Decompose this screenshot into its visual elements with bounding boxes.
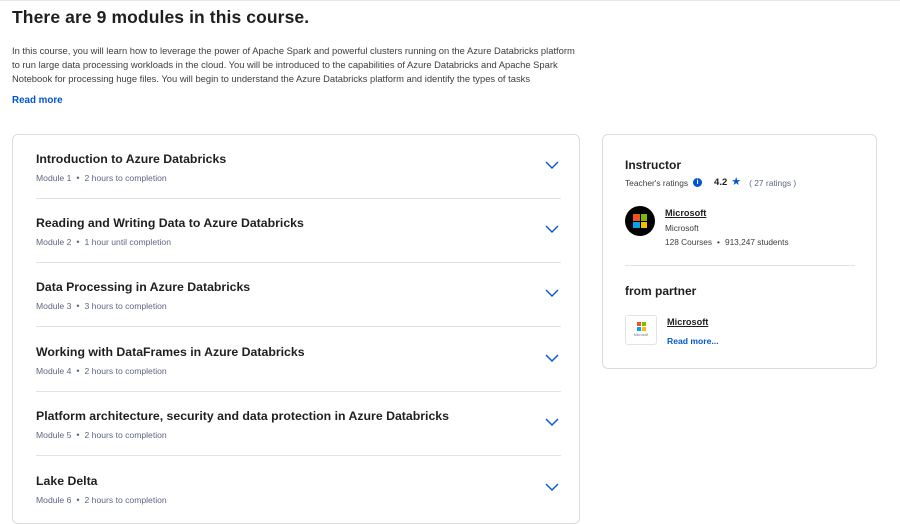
separator-dot: • [76,301,80,311]
star-icon: ★ [731,176,742,188]
separator-dot: • [76,237,80,247]
module-row-6[interactable]: Lake Delta Module 6 • 2 hours to complet… [36,457,561,521]
module-title: Introduction to Azure Databricks [36,152,227,166]
microsoft-logo-icon [633,214,647,228]
module-number: Module 1 [36,173,72,183]
module-row-4[interactable]: Working with DataFrames in Azure Databri… [36,328,561,392]
module-title: Reading and Writing Data to Azure Databr… [36,216,304,230]
partner-name-link[interactable]: Microsoft [667,317,708,327]
module-title: Data Processing in Azure Databricks [36,280,251,294]
instructor-card: Instructor Teacher's ratings i 4.2 ★ ( 2… [602,134,877,369]
instructor-org: Microsoft [665,223,699,233]
ratings-label: Teacher's ratings [625,177,689,188]
module-number: Module 4 [36,366,72,376]
module-title: Working with DataFrames in Azure Databri… [36,345,305,359]
separator-dot: • [76,495,80,505]
logo-square-blue [633,221,640,228]
partner-logo-wordmark: Microsoft [633,333,649,337]
module-title: Lake Delta [36,474,98,488]
module-row-2[interactable]: Reading and Writing Data to Azure Databr… [36,199,561,263]
teacher-ratings: Teacher's ratings i 4.2 ★ ( 27 ratings ) [625,176,797,189]
chevron-down-icon[interactable] [545,482,559,492]
module-meta: Module 3 • 3 hours to completion [36,301,167,311]
read-more-link[interactable]: Read more [12,95,63,106]
module-number: Module 6 [36,495,72,505]
module-number: Module 5 [36,430,72,440]
rating-value: 4.2 [714,177,728,188]
logo-square-yellow [640,221,647,228]
rating-count: ( 27 ratings ) [749,177,797,188]
module-title: Platform architecture, security and data… [36,409,449,423]
row-divider [36,326,561,327]
module-row-3[interactable]: Data Processing in Azure Databricks Modu… [36,263,561,327]
logo-square-red [637,322,641,326]
instructor-name-link[interactable]: Microsoft [665,208,706,218]
module-meta: Module 5 • 2 hours to completion [36,430,167,440]
module-duration: 3 hours to completion [84,301,167,311]
module-duration: 2 hours to completion [84,495,167,505]
module-number: Module 3 [36,301,72,311]
module-meta: Module 4 • 2 hours to completion [36,366,167,376]
instructor-courses: 128 Courses [665,237,713,247]
instructor-avatar[interactable] [625,206,655,236]
module-row-5[interactable]: Platform architecture, security and data… [36,392,561,456]
module-number: Module 2 [36,237,72,247]
separator-dot: • [76,430,80,440]
module-meta: Module 2 • 1 hour until completion [36,237,171,247]
instructor-stats: 128 Courses • 913,247 students [665,237,789,247]
info-icon[interactable]: i [693,178,703,187]
separator-dot: • [76,173,80,183]
side-divider [625,265,855,266]
logo-square-yellow [642,327,646,331]
row-divider [36,455,561,456]
page-title: There are 9 modules in this course. [12,7,310,27]
logo-square-green [642,322,646,326]
chevron-down-icon[interactable] [545,224,559,234]
logo-square-blue [637,327,641,331]
chevron-down-icon[interactable] [545,353,559,363]
partner-read-more-link[interactable]: Read more... [667,336,719,346]
modules-list: Introduction to Azure Databricks Module … [12,134,580,524]
module-duration: 1 hour until completion [84,237,171,247]
top-divider [0,0,900,1]
course-description: In this course, you will learn how to le… [12,45,575,85]
instructor-students: 913,247 students [724,237,789,247]
module-duration: 2 hours to completion [84,173,167,183]
chevron-down-icon[interactable] [545,160,559,170]
chevron-down-icon[interactable] [545,288,559,298]
module-row-1[interactable]: Introduction to Azure Databricks Module … [36,135,561,199]
separator-dot: • [717,237,720,247]
module-meta: Module 1 • 2 hours to completion [36,173,167,183]
logo-square-green [640,214,647,221]
partner-logo[interactable]: Microsoft [625,315,657,345]
separator-dot: • [76,366,80,376]
chevron-down-icon[interactable] [545,417,559,427]
logo-square-red [633,214,640,221]
module-duration: 2 hours to completion [84,430,167,440]
instructor-heading: Instructor [625,158,682,172]
module-meta: Module 6 • 2 hours to completion [36,495,167,505]
module-duration: 2 hours to completion [84,366,167,376]
partner-heading: from partner [625,284,697,298]
microsoft-logo-icon [637,322,646,331]
